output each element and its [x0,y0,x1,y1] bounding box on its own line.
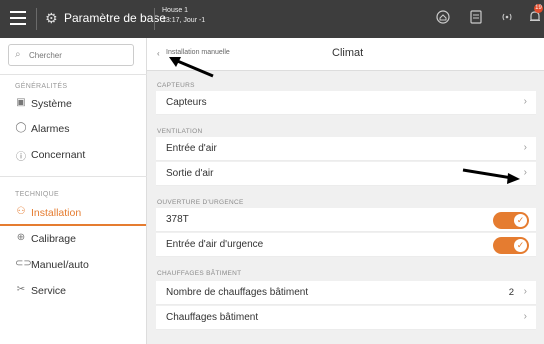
row-nombre-chauffages[interactable]: Nombre de chauffages bâtiment 2 › [156,281,536,305]
group-label-ouverture-urgence: OUVERTURE D'URGENCE [157,199,244,206]
top-bar: ⚙ Paramètre de base House 1 13:17, Jour … [0,0,544,38]
search-input[interactable] [29,48,129,62]
menu-icon[interactable] [10,11,26,25]
row-label: Sortie d'air [166,168,214,179]
section-label-technique: TECHNIQUE [15,191,59,198]
search-icon: ⌕ [15,49,21,60]
toggle-switch[interactable]: ✓ [493,212,529,229]
sidebar-item-label: Service [31,285,67,297]
annotation-arrow-icon [462,168,520,184]
chevron-right-icon: › [523,286,527,297]
toggle-icon: ⊂⊃ [15,258,32,269]
sidebar-item-label: Calibrage [31,233,76,245]
row-value: 2 [508,287,514,298]
sidebar-item-concernant[interactable]: ⓘ Concernant [0,144,146,168]
row-capteurs[interactable]: Capteurs › [156,91,536,115]
monitor-icon: ▣ [16,97,26,108]
info-icon: ⓘ [16,152,26,163]
row-378t: 378T ✓ [156,208,536,232]
sidebar-item-label: Système [31,98,72,110]
calibration-icon: ⊕ [16,232,26,243]
app-title: Paramètre de base [64,11,167,25]
divider [154,8,155,30]
group-label-ventilation: VENTILATION [157,128,203,135]
check-icon: ✓ [514,239,527,252]
gear-icon: ⚙ [45,10,58,26]
notification-badge: 19 [534,4,543,13]
sidebar-item-installation[interactable]: ⚇ Installation [0,202,146,226]
divider [36,8,37,30]
section-label-general: GÉNÉRALITÉS [15,83,68,90]
sidebar-item-label: Installation [31,207,82,219]
alarm-icon: ◯ [15,122,27,133]
sidebar-item-calibrage[interactable]: ⊕ Calibrage [0,228,146,252]
page-title: Climat [332,47,364,59]
row-chauffages-batiment[interactable]: Chauffages bâtiment › [156,306,536,330]
tools-icon: ✂ [16,284,26,295]
row-label: Nombre de chauffages bâtiment [166,287,309,298]
house-icon[interactable] [435,10,451,26]
house-time: 13:17, Jour -1 [162,17,206,24]
house-name: House 1 [162,7,189,14]
sidebar-item-label: Concernant [31,149,86,161]
group-label-chauffages: CHAUFFAGES BÂTIMENT [157,270,242,277]
sidebar: ⌕ GÉNÉRALITÉS ▣ Système ◯ Alarmes ⓘ Conc… [0,38,147,344]
sidebar-item-label: Alarmes [31,123,70,135]
divider [0,176,147,177]
document-icon[interactable] [468,10,484,26]
chevron-right-icon: › [523,167,527,178]
house-selector[interactable]: House 1 13:17, Jour -1 [162,6,205,26]
signal-icon[interactable] [499,10,515,26]
installation-icon: ⚇ [16,206,26,217]
annotation-arrow-icon [169,57,214,78]
chevron-right-icon: › [523,142,527,153]
row-label: Chauffages bâtiment [166,312,259,323]
group-label-capteurs: CAPTEURS [157,82,195,89]
sidebar-item-label: Manuel/auto [31,259,89,271]
search-box[interactable]: ⌕ [8,44,134,66]
row-label: Capteurs [166,97,207,108]
check-icon: ✓ [514,214,527,227]
chevron-right-icon: › [523,96,527,107]
sidebar-item-manuel-auto[interactable]: ⊂⊃ Manuel/auto [0,254,146,278]
row-entree-air-urgence: Entrée d'air d'urgence ✓ [156,233,536,257]
row-entree-air[interactable]: Entrée d'air › [156,137,536,161]
chevron-right-icon: › [523,311,527,322]
sidebar-item-systeme[interactable]: ▣ Système [0,93,146,117]
row-label: 378T [166,214,189,225]
sidebar-item-alarmes[interactable]: ◯ Alarmes [0,118,146,142]
row-label: Entrée d'air d'urgence [166,239,264,250]
row-label: Entrée d'air [166,143,217,154]
toggle-switch[interactable]: ✓ [493,237,529,254]
back-chevron-icon[interactable]: ‹ [157,49,160,58]
divider [0,74,147,75]
main-content: ‹ Installation manuelle Climat CAPTEURS … [147,38,544,344]
sidebar-item-service[interactable]: ✂ Service [0,280,146,304]
